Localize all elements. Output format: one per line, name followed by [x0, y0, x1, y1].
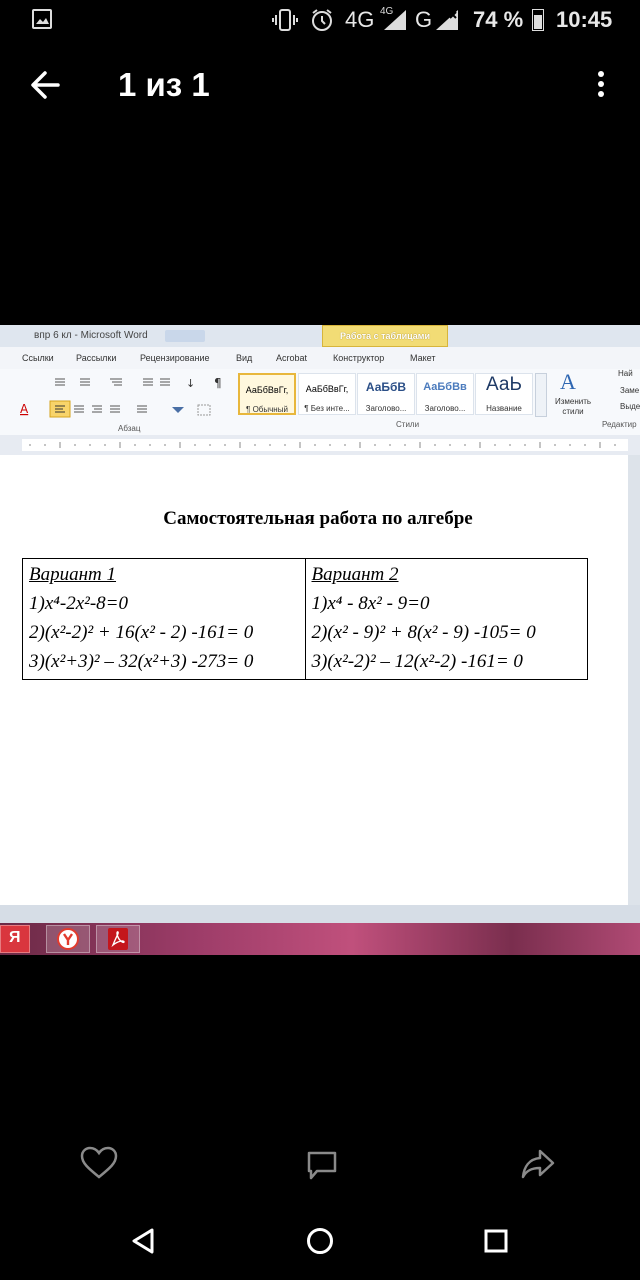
battery-percent: 74 % [473, 7, 524, 32]
svg-text:A: A [20, 402, 29, 416]
select-button[interactable]: Выде [620, 402, 640, 411]
paragraph-tools: ↓ ¶ A Абзац [0, 373, 232, 433]
svg-text:↓: ↓ [186, 377, 195, 390]
style-preview: АаБбВвГг, [305, 384, 349, 394]
windows-taskbar: Я [0, 923, 640, 955]
change-styles-label: Изменить стили [554, 397, 592, 416]
equation-line: 1)x⁴-2x²-8=0 [29, 593, 128, 614]
battery-icon [532, 9, 544, 31]
svg-text:¶: ¶ [214, 376, 222, 390]
variant-1-cell[interactable]: Вариант 1 1)x⁴-2x²-8=0 2)(x²-2)² + 16(x²… [22, 558, 306, 680]
ribbon: ↓ ¶ A Абзац АаБбВвГг, ¶ Обычный АаБбВвГг… [0, 369, 640, 436]
change-styles-button[interactable]: A Изменить стили [548, 369, 598, 419]
equation-line: 2)(x²-2)² + 16(x² - 2) -161= 0 [29, 622, 254, 643]
paragraph-group-label: Абзац [118, 424, 141, 433]
style-heading-2[interactable]: АаБбВв Заголово... [416, 373, 474, 415]
style-no-spacing[interactable]: АаБбВвГг, ¶ Без инте... [298, 373, 356, 415]
document-heading: Самостоятельная работа по алгебре [163, 508, 473, 529]
equation-line: 2)(x² - 9)² + 8(x² - 9) -105= 0 [311, 622, 536, 643]
word-window-title: впр 6 кл - Microsoft Word [34, 330, 148, 341]
photo-actions [0, 1130, 640, 1200]
equation-line: 3)(x²+3)² – 32(x²+3) -273= 0 [29, 651, 254, 672]
equation-line: 3)(x²-2)² – 12(x²-2) -161= 0 [311, 651, 523, 672]
change-styles-icon: A [560, 369, 576, 394]
style-preview: АаЬ [486, 374, 522, 395]
horizontal-ruler [0, 435, 640, 456]
styles-scroll-buttons[interactable] [535, 373, 547, 417]
style-name: ¶ Обычный [246, 405, 288, 414]
context-tab-table-tools: Работа с таблицами [322, 325, 448, 347]
variant-title: Вариант 1 [29, 564, 117, 585]
tab-acrobat[interactable]: Acrobat [276, 353, 307, 363]
signal-icon-2 [436, 10, 462, 37]
more-options-icon[interactable] [592, 70, 610, 100]
variant-2-cell[interactable]: Вариант 2 1)x⁴ - 8x² - 9=0 2)(x² - 9)² +… [304, 558, 588, 680]
find-button[interactable]: Най [618, 369, 633, 378]
style-name: Название [486, 404, 522, 413]
nav-home-icon[interactable] [306, 1227, 334, 1260]
tab-layout[interactable]: Макет [410, 353, 435, 363]
style-title[interactable]: АаЬ Название [475, 373, 533, 415]
tab-links[interactable]: Ссылки [22, 353, 54, 363]
clock: 10:45 [556, 7, 613, 32]
tab-view[interactable]: Вид [236, 353, 252, 363]
yandex-browser-taskbar-button[interactable]: Я [0, 925, 30, 953]
replace-button[interactable]: Заме [620, 386, 639, 395]
yandex-logo: Я [9, 929, 21, 946]
equation-line: 1)x⁴ - 8x² - 9=0 [311, 593, 430, 614]
editing-group-label: Редактир [602, 420, 637, 429]
style-preview: АаБбВвГг, [245, 385, 289, 395]
style-preview: АаБбВв [423, 381, 467, 393]
style-name: ¶ Без инте... [304, 404, 350, 413]
network-type: 4G [345, 7, 375, 32]
style-preview: АаБбВ [365, 380, 407, 394]
vibrate-icon [272, 8, 298, 37]
word-screenshot: впр 6 кл - Microsoft Word Работа с табли… [0, 325, 640, 955]
acrobat-taskbar-button[interactable] [96, 925, 140, 953]
status-bar: 4G 4G G 74 % 10:45 [0, 0, 640, 40]
nav-recents-icon[interactable] [484, 1229, 508, 1258]
word-title-bar: впр 6 кл - Microsoft Word [0, 325, 640, 347]
share-icon[interactable] [520, 1148, 556, 1185]
style-name: Заголово... [424, 404, 466, 413]
tab-mailings[interactable]: Рассылки [76, 353, 116, 363]
ribbon-tabs: Ссылки Рассылки Рецензирование Вид Acrob… [0, 347, 640, 369]
yandex-y-icon [57, 928, 79, 950]
table-row: Вариант 1 1)x⁴-2x²-8=0 2)(x²-2)² + 16(x²… [22, 558, 588, 680]
yandex-app-taskbar-button[interactable] [46, 925, 90, 953]
acrobat-icon [108, 928, 128, 950]
alarm-icon [309, 7, 335, 38]
tab-review[interactable]: Рецензирование [140, 353, 210, 363]
style-heading-1[interactable]: АаБбВ Заголово... [357, 373, 415, 415]
android-nav-bar [0, 1200, 640, 1280]
app-bar [0, 40, 640, 130]
nav-back-icon[interactable] [130, 1227, 156, 1260]
variants-table: Вариант 1 1)x⁴-2x²-8=0 2)(x²-2)² + 16(x²… [22, 558, 588, 680]
comment-icon[interactable] [306, 1150, 338, 1187]
back-arrow-icon[interactable] [28, 68, 64, 102]
page-counter-title: 1 из 1 [118, 66, 210, 103]
style-name: Заголово... [365, 404, 407, 413]
context-tab-label: Работа с таблицами [340, 331, 430, 341]
word-status-bar [0, 905, 640, 923]
heart-icon[interactable] [80, 1146, 118, 1185]
variant-title: Вариант 2 [311, 564, 399, 585]
styles-group-label: Стили [396, 420, 420, 429]
style-normal[interactable]: АаБбВвГг, ¶ Обычный [238, 373, 296, 415]
quick-access-icon [165, 330, 205, 342]
signal-icon [384, 10, 408, 37]
carrier-g: G [415, 7, 433, 32]
tab-design[interactable]: Конструктор [333, 353, 384, 363]
gallery-icon [32, 9, 52, 29]
